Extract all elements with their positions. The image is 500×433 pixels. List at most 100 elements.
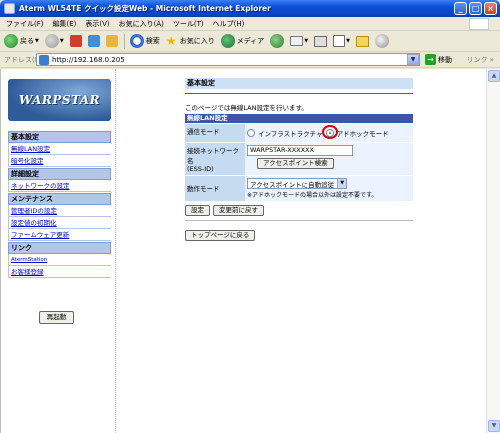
sidebar-section-maintenance: メンテナンス (8, 193, 111, 205)
back-arrow-icon (4, 34, 18, 48)
sidebar-menu: 基本設定 無線LAN設定 暗号化設定 詳細設定 ネットワークの設定 メンテナンス… (8, 130, 111, 278)
sidebar-section-links: リンク (8, 242, 111, 254)
home-button[interactable] (105, 35, 118, 47)
close-button[interactable]: × (484, 2, 497, 15)
stop-button[interactable] (69, 35, 82, 47)
set-button[interactable]: 設定 (185, 205, 210, 216)
edit-icon (333, 35, 346, 47)
form-buttons: 設定 変更前に戻す (185, 205, 413, 216)
sidebar-section-basic: 基本設定 (8, 131, 111, 143)
go-arrow-icon: → (425, 54, 436, 65)
folder-button[interactable] (355, 35, 369, 47)
restart-button[interactable]: 再起動 (39, 311, 74, 324)
search-icon (129, 34, 144, 48)
history-button[interactable] (270, 34, 285, 48)
settings-table-header: 無線LAN設定 (185, 114, 413, 123)
go-button[interactable]: → 移動 (425, 54, 452, 65)
favorites-label: お気に入り (179, 37, 215, 45)
op-mode-value: アクセスポイントに自動追従 (250, 180, 335, 189)
main-panel: 基本設定 このページでは無線LAN設定を行います。 無線LAN設定 通信モード … (185, 78, 413, 241)
warpstar-logo: WARPSTAR (8, 79, 111, 121)
scroll-up-icon[interactable]: ▲ (488, 70, 500, 82)
window-title: Aterm WL54TE クイック設定Web - Microsoft Inter… (19, 4, 271, 13)
sidebar-item-registration[interactable]: お客様登録 (8, 266, 111, 278)
mode-row: 通信モード インフラストラクチャ アドホックモード (185, 124, 413, 142)
address-url[interactable]: http://192.168.0.205 (52, 56, 407, 64)
adhoc-radio-wrap (321, 125, 338, 139)
menu-edit[interactable]: 編集(E) (53, 19, 77, 29)
sidebar-item-atermstation[interactable]: AtermStation (8, 254, 111, 266)
maximize-button[interactable]: □ (469, 2, 482, 15)
menu-file[interactable]: ファイル(F) (6, 19, 44, 29)
go-label: 移動 (438, 55, 452, 64)
logo-text: WARPSTAR (18, 93, 101, 107)
favorites-button[interactable]: ★ お気に入り (166, 35, 215, 47)
chevron-down-icon[interactable]: ▼ (407, 54, 419, 65)
mail-button[interactable]: ▼ (290, 36, 308, 46)
search-button[interactable]: 検索 (129, 34, 160, 48)
chevron-down-icon[interactable]: ▼ (337, 179, 347, 188)
sidebar-item-reset[interactable]: 設定値の初期化 (8, 217, 111, 229)
stop-icon (69, 35, 82, 47)
edit-button[interactable]: ▼ (333, 35, 350, 47)
op-mode-label: 動作モード (185, 176, 245, 201)
windows-logo-icon (469, 18, 489, 30)
ssid-field-group: WARPSTAR-XXXXXX アクセスポイント検索 (245, 143, 413, 175)
messenger-icon (374, 34, 389, 48)
links-button[interactable]: リンク » (466, 55, 494, 65)
menu-view[interactable]: 表示(V) (85, 19, 109, 29)
chevron-down-icon[interactable]: ▼ (346, 38, 350, 44)
ssid-input[interactable]: WARPSTAR-XXXXXX (247, 145, 353, 156)
op-mode-field-group: アクセスポイントに自動追従 ▼ ※アドホックモードの場合以外は設定不要です。 (245, 176, 413, 201)
chevron-down-icon[interactable]: ▼ (304, 38, 308, 44)
refresh-button[interactable] (87, 35, 100, 47)
chevron-down-icon[interactable]: ▼ (60, 38, 64, 44)
ssid-row: 接続ネットワーク名 (ESS-ID) WARPSTAR-XXXXXX アクセスポ… (185, 143, 413, 175)
sidebar-item-network[interactable]: ネットワークの設定 (8, 180, 111, 192)
ssid-label: 接続ネットワーク名 (ESS-ID) (185, 143, 245, 175)
scroll-down-icon[interactable]: ▼ (488, 420, 500, 432)
adhoc-label: アドホックモード (336, 130, 389, 138)
op-mode-row: 動作モード アクセスポイントに自動追従 ▼ ※アドホックモードの場合以外は設定不… (185, 176, 413, 201)
back-button[interactable]: 戻る ▼ (4, 34, 39, 48)
history-icon (270, 34, 285, 48)
infrastructure-radio[interactable] (247, 129, 255, 137)
menu-favorites[interactable]: お気に入り(A) (119, 19, 164, 29)
menu-bar: ファイル(F) 編集(E) 表示(V) お気に入り(A) ツール(T) ヘルプ(… (0, 17, 500, 31)
revert-button[interactable]: 変更前に戻す (213, 205, 264, 216)
op-mode-select[interactable]: アクセスポイントに自動追従 ▼ (247, 178, 348, 189)
sidebar: WARPSTAR 基本設定 無線LAN設定 暗号化設定 詳細設定 ネットワークの… (2, 69, 116, 433)
minimize-button[interactable]: _ (454, 2, 467, 15)
back-to-top-button[interactable]: トップページに戻る (185, 230, 256, 241)
forward-arrow-icon (44, 34, 59, 48)
chevron-down-icon[interactable]: ▼ (35, 38, 39, 44)
sidebar-item-wireless-lan[interactable]: 無線LAN設定 (8, 143, 111, 155)
media-icon (220, 34, 235, 48)
sidebar-section-advanced: 詳細設定 (8, 168, 111, 180)
address-field[interactable]: http://192.168.0.205 ▼ (36, 53, 420, 66)
menu-tools[interactable]: ツール(T) (173, 19, 204, 29)
media-button[interactable]: メディア (220, 34, 264, 48)
toolbar: 戻る ▼ ▼ 検索 ★ お気に入り メディア ▼ ▼ (0, 31, 500, 52)
sidebar-item-encryption[interactable]: 暗号化設定 (8, 155, 111, 167)
print-button[interactable] (314, 35, 328, 47)
printer-icon (314, 35, 328, 47)
page-icon (39, 54, 49, 65)
page-content: WARPSTAR 基本設定 無線LAN設定 暗号化設定 詳細設定 ネットワークの… (0, 69, 500, 433)
messenger-button[interactable] (374, 34, 389, 48)
menu-help[interactable]: ヘルプ(H) (213, 19, 245, 29)
op-mode-note: ※アドホックモードの場合以外は設定不要です。 (247, 192, 378, 199)
page-description: このページでは無線LAN設定を行います。 (185, 104, 308, 112)
page-title: 基本設定 (185, 78, 413, 89)
sidebar-item-admin-id[interactable]: 管理者IDの設定 (8, 205, 111, 217)
sidebar-item-firmware[interactable]: ファームウェア更新 (8, 229, 111, 241)
scrollbar[interactable]: ▲ ▼ (486, 69, 500, 433)
highlight-circle (321, 125, 338, 139)
infrastructure-label: インフラストラクチャ (258, 130, 323, 138)
ap-search-button[interactable]: アクセスポイント検索 (257, 158, 334, 169)
back-label: 戻る (20, 37, 34, 45)
forward-button[interactable]: ▼ (44, 34, 64, 48)
home-icon (105, 35, 118, 47)
search-label: 検索 (145, 37, 160, 45)
address-label: アドレス(D) (4, 55, 43, 64)
